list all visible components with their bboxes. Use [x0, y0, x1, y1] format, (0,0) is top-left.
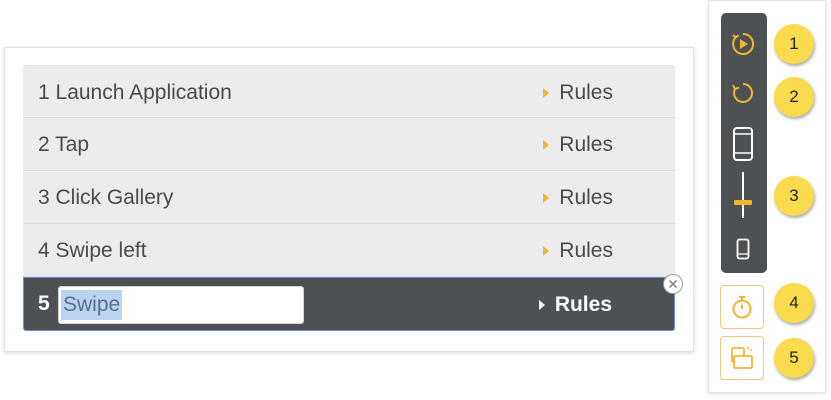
- steps-list: 1 Launch Application Rules 2 Tap Rules 3…: [23, 65, 675, 331]
- caret-right-icon: [543, 192, 550, 203]
- step-name-input[interactable]: Swipe: [58, 286, 304, 324]
- callout-badge: 2: [774, 77, 814, 117]
- rules-label: Rules: [559, 80, 613, 104]
- step-label: 4 Swipe left: [38, 239, 147, 262]
- rules-label: Rules: [554, 292, 612, 316]
- rules-label: Rules: [559, 132, 613, 156]
- close-icon[interactable]: [663, 274, 683, 294]
- rotate-screen-button[interactable]: [720, 336, 764, 380]
- zoom-slider[interactable]: [729, 170, 757, 220]
- step-label: 2 Tap: [38, 133, 89, 156]
- rules-label: Rules: [559, 185, 613, 209]
- play-circle-icon[interactable]: [729, 30, 757, 58]
- step-row[interactable]: 2 Tap Rules: [23, 118, 675, 171]
- rules-toggle[interactable]: Rules: [543, 171, 613, 224]
- step-row[interactable]: 4 Swipe left Rules: [23, 224, 675, 277]
- phone-large-icon[interactable]: [729, 126, 757, 162]
- callout-badge: 5: [774, 338, 814, 378]
- caret-right-icon: [543, 245, 550, 256]
- step-label: 3 Click Gallery: [38, 186, 174, 209]
- caret-right-icon: [543, 87, 550, 98]
- selected-text: Swipe: [61, 290, 123, 320]
- rotate-screen-icon: [731, 347, 753, 369]
- caret-right-icon: [543, 139, 550, 150]
- timer-button[interactable]: [720, 285, 764, 329]
- rules-toggle[interactable]: Rules: [543, 66, 613, 119]
- callout-badge: 4: [774, 283, 814, 323]
- callout-badge: 3: [774, 176, 814, 216]
- step-row[interactable]: 3 Click Gallery Rules: [23, 171, 675, 224]
- rules-toggle[interactable]: Rules: [538, 278, 612, 331]
- callout-badge: 1: [774, 24, 814, 64]
- timer-icon: [732, 296, 752, 319]
- phone-small-icon[interactable]: [733, 237, 753, 261]
- step-number: 5: [38, 292, 50, 315]
- step-row[interactable]: 1 Launch Application Rules: [23, 65, 675, 118]
- caret-right-icon: [538, 299, 545, 310]
- step-label: 1 Launch Application: [38, 81, 232, 104]
- rules-toggle[interactable]: Rules: [543, 224, 613, 277]
- rules-label: Rules: [559, 238, 613, 262]
- steps-panel: 1 Launch Application Rules 2 Tap Rules 3…: [4, 47, 694, 352]
- refresh-icon[interactable]: [729, 79, 757, 107]
- rules-toggle[interactable]: Rules: [543, 118, 613, 171]
- step-row-active[interactable]: 5 Swipe Rules: [23, 277, 675, 331]
